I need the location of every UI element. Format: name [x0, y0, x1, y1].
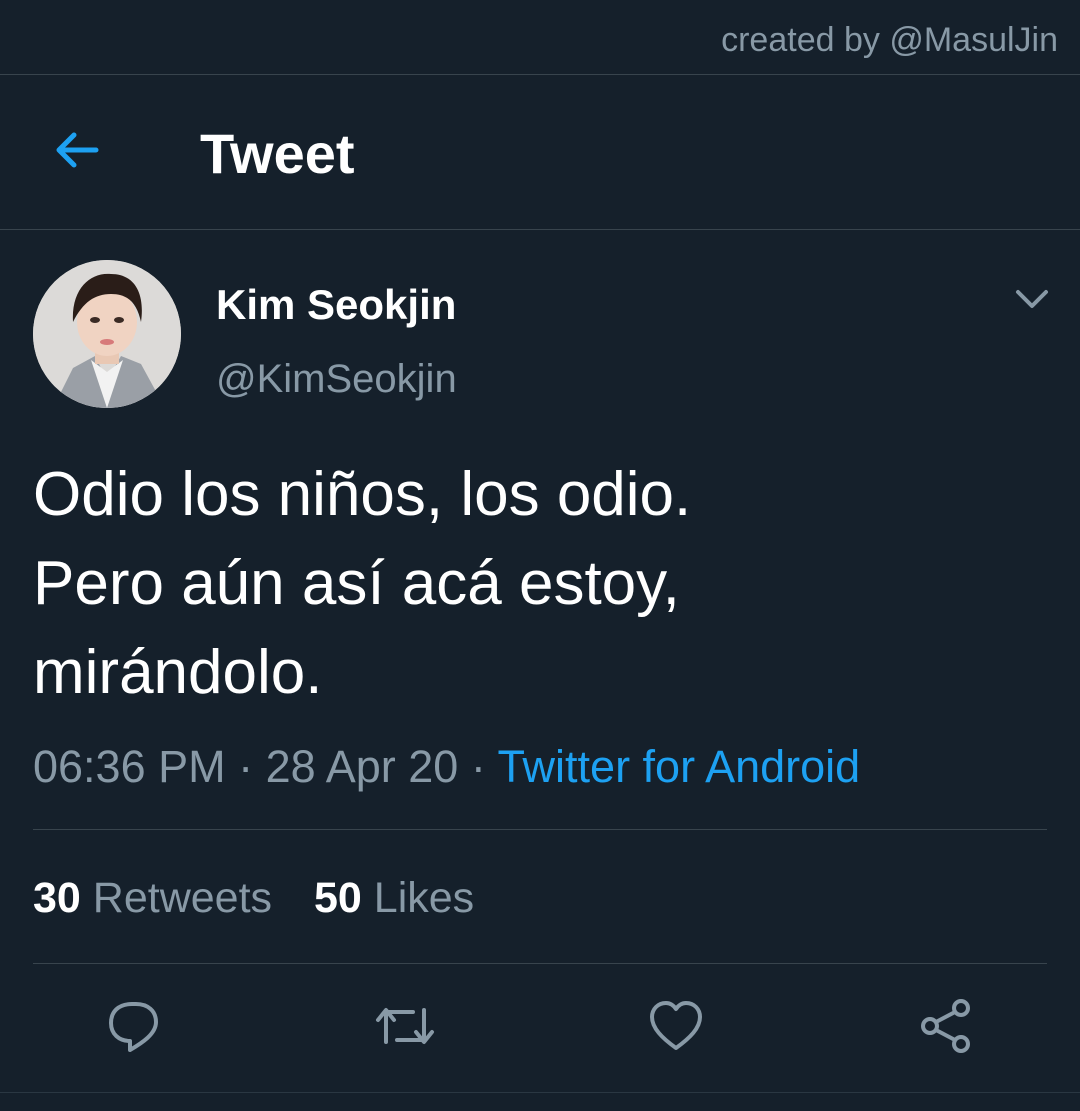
share-icon: [916, 996, 976, 1056]
tweet-meta: 06:36 PM · 28 Apr 20 · Twitter for Andro…: [33, 740, 860, 794]
reply-icon: [104, 996, 164, 1056]
retweets-count: 30: [33, 874, 81, 922]
divider: [33, 963, 1047, 964]
bottom-divider: [0, 1092, 1080, 1093]
likes-count: 50: [314, 874, 362, 922]
author-display-name[interactable]: Kim Seokjin: [216, 280, 456, 330]
meta-separator: ·: [238, 741, 254, 792]
chevron-down-icon: [1008, 290, 1056, 324]
back-button[interactable]: [44, 117, 110, 183]
divider: [33, 829, 1047, 830]
tweet-menu-button[interactable]: [1008, 280, 1056, 320]
watermark-text: created by @MasulJin: [721, 21, 1058, 59]
tweet-date: 28 Apr 20: [265, 741, 459, 792]
header: Tweet: [0, 75, 1080, 230]
heart-icon: [646, 996, 706, 1056]
retweets-label: Retweets: [92, 874, 273, 922]
page-title: Tweet: [200, 122, 355, 185]
reply-button[interactable]: [104, 996, 164, 1056]
tweet-text-line: mirándolo.: [33, 638, 323, 707]
tweet-text: Odio los niños, los odio. Pero aún así a…: [33, 450, 1043, 717]
likes-label: Likes: [373, 874, 475, 922]
watermark-bar: created by @MasulJin: [0, 0, 1080, 75]
retweet-button[interactable]: [373, 996, 434, 1056]
tweet-text-line: Odio los niños, los odio.: [33, 460, 692, 529]
author-handle[interactable]: @KimSeokjin: [216, 354, 457, 404]
share-button[interactable]: [916, 996, 976, 1056]
arrow-left-icon: [44, 117, 110, 183]
meta-separator: ·: [470, 741, 486, 792]
like-button[interactable]: [646, 996, 706, 1056]
tweet-stats: 30 Retweets 50 Likes: [33, 872, 504, 924]
tweet-text-line: Pero aún así acá estoy,: [33, 549, 680, 618]
retweet-icon: [373, 996, 434, 1056]
retweets-stat[interactable]: 30 Retweets: [33, 872, 272, 924]
tweet-time: 06:36 PM: [33, 741, 226, 792]
tweet-source-link[interactable]: Twitter for Android: [498, 741, 861, 792]
avatar[interactable]: [33, 260, 181, 408]
likes-stat[interactable]: 50 Likes: [314, 872, 474, 924]
